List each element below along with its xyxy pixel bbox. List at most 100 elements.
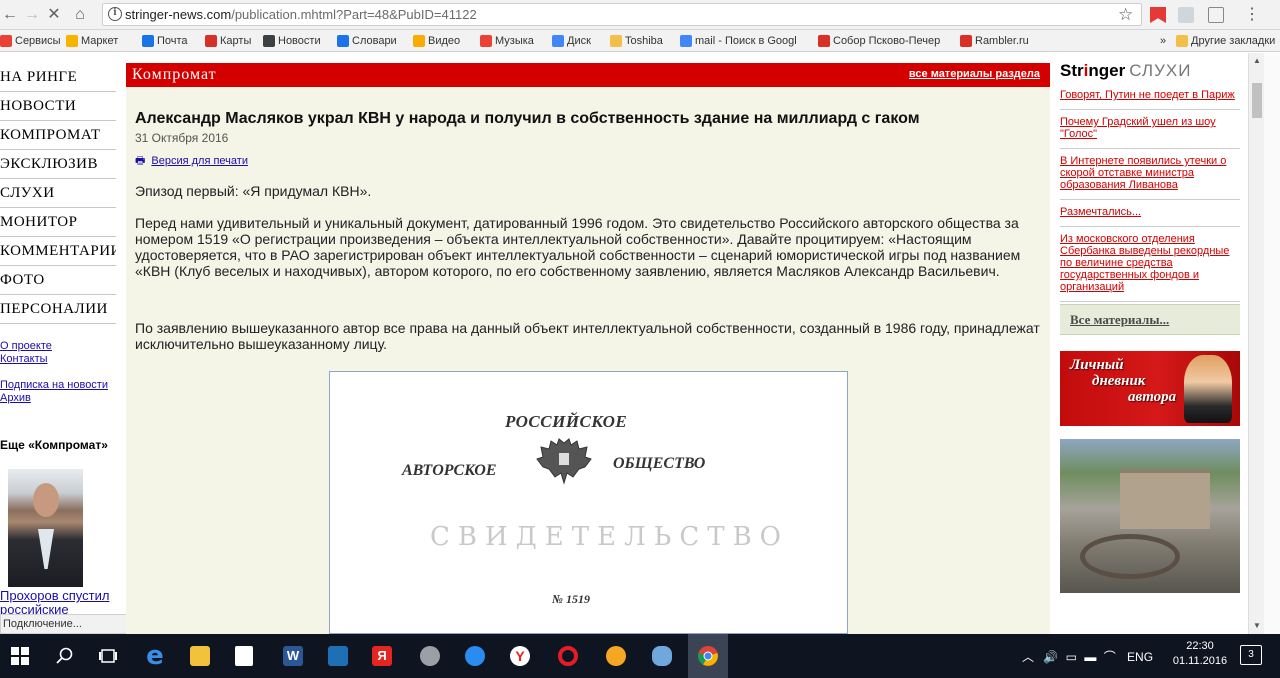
bookmark-favicon-icon [142,35,154,47]
mail-icon[interactable] [455,634,495,678]
all-section-link[interactable]: все материалы раздела [909,68,1040,80]
more-compromat-title: Еще «Компромат» [0,438,108,452]
eagle-emblem-icon [536,438,592,485]
bookmark-item[interactable]: Видео [413,33,460,49]
print-version-link[interactable]: 🖶 Версия для печати [135,152,248,171]
app-circle-icon[interactable] [410,634,450,678]
rumor-link[interactable]: Из московского отделения Сбербанка вывед… [1060,233,1229,293]
back-icon[interactable]: ← [0,5,20,25]
other-bookmarks[interactable]: Другие закладки [1176,33,1275,49]
author-diary-banner[interactable]: Личный дневник автора [1060,351,1240,426]
bookmark-item[interactable]: Новости [263,33,321,49]
chrome-icon[interactable] [688,634,728,678]
rumor-link[interactable]: Размечтались... [1060,206,1141,218]
nav-item[interactable]: КОМПРОМАТ [0,121,116,150]
language-indicator[interactable]: ENG [1127,650,1153,664]
rumor-link[interactable]: Говорят, Путин не поедет в Париж [1060,89,1235,101]
menu-icon[interactable]: ⋮ [1244,4,1260,24]
clock[interactable]: 22:30 01.11.2016 [1172,639,1228,669]
extension-icon[interactable] [1178,7,1194,23]
nav-item[interactable]: ЭКСКЛЮЗИВ [0,150,116,179]
bookmark-favicon-icon [66,35,78,47]
bookmark-favicon-icon [680,35,692,47]
opera-icon[interactable] [548,634,588,678]
system-tray[interactable]: ︿ 🔊 ▭ ▬ ⌒ ENG [1022,648,1153,665]
bookmark-favicon-icon [263,35,275,47]
nav-item[interactable]: МОНИТОР [0,208,116,237]
bookmark-item[interactable]: Диск [552,33,591,49]
search-icon[interactable] [45,634,85,678]
nav-item[interactable]: НОВОСТИ [0,92,116,121]
nav-item[interactable]: КОММЕНТАРИИ [0,237,116,266]
bookmark-favicon-icon [413,35,425,47]
rumor-link[interactable]: Почему Градский ушел из шоу "Голос" [1060,116,1216,140]
certificate-line-1: РОССИЙСКОЕ [505,412,628,431]
bookmark-item[interactable]: mail - Поиск в Googl [680,33,797,49]
kaspersky-icon[interactable] [1208,7,1224,23]
link-about[interactable]: О проекте [0,340,116,353]
rumor-item: Размечтались... [1060,200,1240,227]
bookmarks-more[interactable]: » [1160,33,1166,49]
volume-icon[interactable]: 🔊 [1043,650,1058,664]
nav-item[interactable]: ФОТО [0,266,116,295]
scroll-thumb[interactable] [1252,83,1262,118]
bookmark-item[interactable]: Словари [337,33,397,49]
stop-icon[interactable]: ✕ [44,5,64,25]
bookmark-favicon-icon [337,35,349,47]
teaser-caption[interactable]: Прохоров спустил российские [0,589,115,617]
bookmark-item[interactable]: Собор Псково-Печер [818,33,940,49]
bookmark-favicon-icon [818,35,830,47]
game-icon[interactable] [642,634,682,678]
bookmark-item[interactable]: Rambler.ru [960,33,1029,49]
paragraph-1: Эпизод первый: «Я придумал КВН». [135,183,372,199]
link-contacts[interactable]: Контакты [0,353,116,366]
edge-browser-icon[interactable]: e [135,634,175,678]
nav-item[interactable]: НА РИНГЕ [0,63,116,92]
bookmark-item[interactable]: Маркет [66,33,118,49]
construction-photo[interactable] [1060,439,1240,593]
url-path: /publication.mhtml?Part=48&PubID=41122 [231,7,477,22]
yandex-icon[interactable]: Я [362,634,402,678]
wifi-icon[interactable]: ⌒ [1104,650,1116,664]
tray-expand-icon[interactable]: ︿ [1022,650,1034,664]
windows-start-icon[interactable] [0,634,40,678]
scroll-up-icon[interactable]: ▲ [1253,56,1261,65]
nav-item[interactable]: СЛУХИ [0,179,116,208]
bookmark-ribbon-icon[interactable] [1150,7,1166,23]
forward-icon[interactable]: → [22,5,42,25]
bookmark-item[interactable]: Карты [205,33,251,49]
link-archive[interactable]: Архив [0,392,116,405]
network-icon[interactable]: ▭ [1066,650,1077,664]
address-bar[interactable]: i stringer-news.com/publication.mhtml?Pa… [102,3,1142,26]
bookmark-star-icon[interactable]: ☆ [1118,5,1133,25]
stringer-logo[interactable]: Stringer СЛУХИ [1060,61,1240,83]
media-player-icon[interactable] [318,634,358,678]
web-page: НА РИНГЕ НОВОСТИ КОМПРОМАТ ЭКСКЛЮЗИВ СЛУХИ МО… [0,53,1264,634]
bookmark-item[interactable]: Сервисы [0,33,61,49]
url-host: stringer-news.com [125,7,232,22]
page-scrollbar[interactable]: ▲ ▼ [1248,53,1264,634]
notification-icon[interactable]: 3 [1240,645,1262,665]
bookmark-item[interactable]: Музыка [480,33,534,49]
link-subscribe[interactable]: Подписка на новости [0,379,116,392]
rumor-link[interactable]: В Интернете появились утечки о скорой от… [1060,155,1226,191]
store-icon[interactable] [224,634,264,678]
clock-time: 22:30 [1186,640,1214,652]
nav-item[interactable]: ПЕРСОНАЛИИ [0,295,116,324]
left-links: О проекте Контакты Подписка на новости А… [0,340,116,405]
home-icon[interactable]: ⌂ [70,5,90,25]
article-date: 31 Октября 2016 [135,131,229,145]
file-explorer-icon[interactable] [180,634,220,678]
teaser-photo[interactable] [8,469,83,587]
yandex-browser-icon[interactable]: Y [500,634,540,678]
bookmark-item[interactable]: Toshiba [610,33,663,49]
app-orange-icon[interactable] [596,634,636,678]
bookmark-item[interactable]: Почта [142,33,188,49]
info-icon[interactable]: i [108,7,122,21]
task-view-icon[interactable] [88,634,128,678]
all-materials-link[interactable]: Все материалы... [1060,304,1240,335]
bookmark-favicon-icon [552,35,564,47]
word-icon[interactable]: W [273,634,313,678]
battery-icon[interactable]: ▬ [1084,650,1096,664]
scroll-down-icon[interactable]: ▼ [1253,621,1261,630]
